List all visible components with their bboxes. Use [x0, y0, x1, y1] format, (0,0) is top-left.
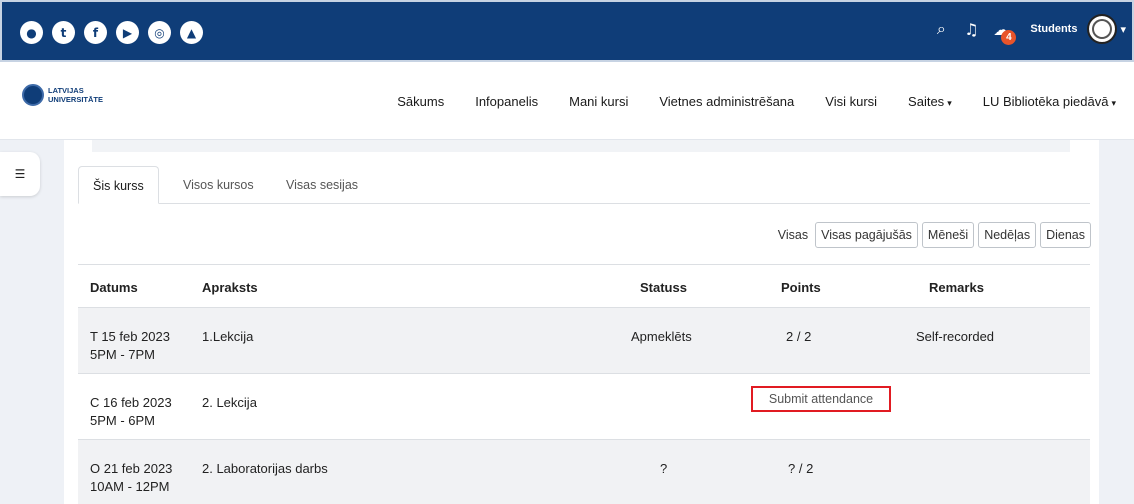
table-row: T 15 feb 2023 5PM - 7PM 1.Lekcija Apmeklē…	[78, 307, 1090, 373]
twitter-icon[interactable]: t	[52, 21, 75, 44]
header-status: Statuss	[640, 280, 687, 295]
row-description: 1.Lekcija	[202, 329, 254, 344]
chevron-down-icon[interactable]: ▾	[1120, 23, 1126, 36]
row-status: Apmeklēts	[631, 329, 692, 344]
tab-visas-sesijas[interactable]: Visas sesijas	[272, 166, 372, 204]
session-tabs: Šis kurss Visos kursos Visas sesijas	[78, 166, 1090, 204]
filter-days-button[interactable]: Dienas	[1040, 222, 1091, 248]
filter-all-past-button[interactable]: Visas pagājušās	[815, 222, 918, 248]
row-description: 2. Lekcija	[202, 395, 257, 410]
nav-item-saites-label: Saites	[908, 94, 945, 109]
university-seal-icon	[22, 84, 44, 106]
table-row: O 21 feb 2023 10AM - 12PM 2. Laboratorija…	[78, 439, 1090, 504]
instagram-icon[interactable]: ◎	[148, 21, 171, 44]
row-points: 2 / 2	[786, 329, 812, 344]
period-filters: Visas Visas pagājušās Mēneši Nedēļas Die…	[778, 222, 1091, 248]
header-date: Datums	[90, 280, 138, 295]
right-gutter	[1099, 140, 1134, 504]
row-points: ? / 2	[788, 461, 814, 476]
top-bar: ● t f ▶ ◎ ▲ ⌕ ♫ ☁ 4 Students ▾	[0, 0, 1134, 62]
nav-item-lu-biblioteka[interactable]: LU Bibliotēka piedāvā ▾	[983, 94, 1116, 109]
row-remarks: Self-recorded	[916, 329, 995, 344]
social-links: ● t f ▶ ◎ ▲	[20, 21, 203, 44]
table-header-row: Datums Apraksts Statuss Points Remarks	[78, 264, 1090, 307]
time-text: 5PM - 6PM	[90, 413, 156, 428]
date-text: T 15 feb 2023	[90, 329, 170, 344]
filter-months-button[interactable]: Mēneši	[921, 222, 975, 248]
row-status: ?	[660, 461, 668, 476]
time-text: 5PM - 7PM	[90, 347, 156, 362]
nav-item-lu-biblioteka-label: LU Bibliotēka piedāvā	[982, 94, 1109, 109]
user-name[interactable]: Students	[1030, 23, 1077, 35]
nav-item-visi-kursi[interactable]: Visi kursi	[825, 94, 877, 109]
filter-weeks-button[interactable]: Nedēļas	[978, 222, 1037, 248]
messages-icon[interactable]: ☁ 4	[986, 20, 1017, 45]
attendance-card: Šis kurss Visos kursos Visas sesijas Vis…	[64, 140, 1099, 504]
logo-text: LATVIJAS UNIVERSITĀTE	[48, 86, 103, 104]
youtube-icon[interactable]: ▶	[116, 21, 139, 44]
filter-all-label[interactable]: Visas	[778, 228, 808, 242]
list-icon: ☰	[14, 167, 26, 181]
header-points: Points	[781, 280, 821, 295]
graduation-cap-icon[interactable]: ▲	[180, 21, 203, 44]
nav-item-infopanelis[interactable]: Infopanelis	[475, 94, 538, 109]
drawer-toggle-button[interactable]: ☰	[0, 152, 40, 196]
globe-icon[interactable]: ●	[20, 21, 43, 44]
row-description: 2. Laboratorijas darbs	[202, 461, 328, 476]
date-text: O 21 feb 2023	[90, 461, 173, 476]
logo-line-2: UNIVERSITĀTE	[48, 95, 104, 104]
row-date: T 15 feb 2023 5PM - 7PM	[90, 328, 170, 364]
date-text: C 16 feb 2023	[90, 395, 172, 410]
logo-line-1: LATVIJAS	[48, 86, 84, 95]
attendance-table: Datums Apraksts Statuss Points Remarks T…	[78, 264, 1090, 504]
table-row: C 16 feb 2023 5PM - 6PM 2. Lekcija Submit…	[78, 373, 1090, 439]
avatar[interactable]	[1087, 14, 1118, 44]
tab-visos-kursos[interactable]: Visos kursos	[169, 166, 268, 204]
main-nav: LATVIJAS UNIVERSITĀTE Sākums Infopanelis…	[0, 62, 1134, 140]
row-date: C 16 feb 2023 5PM - 6PM	[90, 394, 172, 430]
nav-item-mani-kursi[interactable]: Mani kursi	[569, 94, 628, 109]
nav-item-vietnes-administresana[interactable]: Vietnes administrēšana	[659, 94, 794, 109]
tab-sis-kurss[interactable]: Šis kurss	[78, 166, 159, 204]
search-icon[interactable]: ⌕	[926, 19, 956, 39]
chevron-down-icon: ▾	[1111, 99, 1116, 109]
card-top-strip	[92, 140, 1070, 152]
row-date: O 21 feb 2023 10AM - 12PM	[90, 460, 172, 496]
header-description: Apraksts	[202, 280, 258, 295]
nav-item-sakums[interactable]: Sākums	[397, 94, 444, 109]
nav-item-saites[interactable]: Saites ▾	[908, 94, 952, 109]
time-text: 10AM - 12PM	[90, 479, 170, 494]
bell-icon[interactable]: ♫	[956, 20, 986, 39]
logo[interactable]: LATVIJAS UNIVERSITĀTE	[22, 84, 103, 106]
header-remarks: Remarks	[929, 280, 984, 295]
facebook-icon[interactable]: f	[84, 21, 107, 44]
notifications-badge: 4	[1001, 29, 1017, 45]
submit-attendance-link[interactable]: Submit attendance	[751, 386, 891, 412]
chevron-down-icon: ▾	[947, 99, 952, 109]
